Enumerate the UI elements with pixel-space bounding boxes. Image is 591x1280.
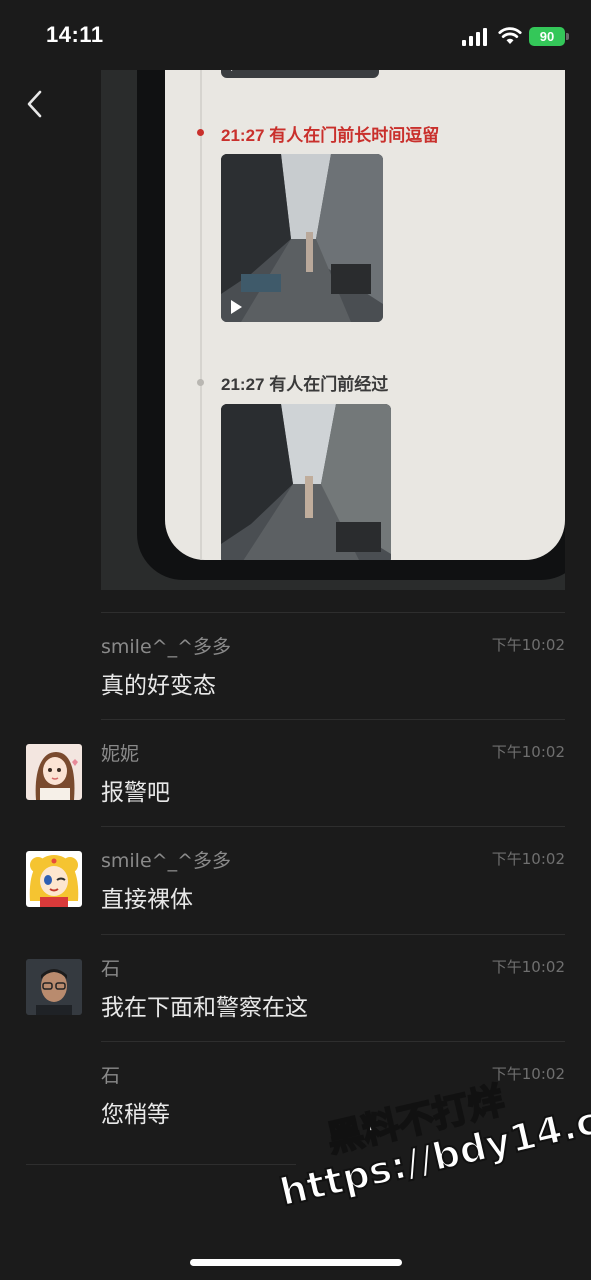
comment-item: smile^_^多多 下午10:02 真的好变态 [0,612,591,719]
battery-nub [566,33,569,40]
comment-author[interactable]: 石 [101,1061,120,1088]
event-label: 21:27 有人在门前经过 [221,375,389,394]
chevron-left-icon [27,90,42,118]
comment-text: 报警吧 [101,780,170,806]
cellular-signal-icon [462,28,487,46]
divider [101,934,565,935]
comment-time: 下午10:02 [491,636,565,654]
illustrated-girl-avatar[interactable] [26,744,82,800]
comment-author[interactable]: 妮妮 [101,739,139,766]
timeline-line [200,70,202,560]
comment-time: 下午10:02 [491,743,565,761]
home-indicator[interactable] [190,1259,402,1266]
divider [101,1041,565,1042]
comment-text: 您稍等 [101,1102,170,1128]
cartoon-sailor-avatar[interactable] [26,851,82,907]
corridor-image [221,404,391,560]
divider [101,719,565,720]
divider [101,826,565,827]
comment-item: 妮妮 下午10:02 报警吧 [0,719,591,826]
comment-text: 直接裸体 [101,887,193,913]
comment-text: 真的好变态 [101,673,216,699]
video-thumbnail [221,154,383,322]
corridor-image [221,154,383,322]
comment-item: smile^_^多多 下午10:02 直接裸体 [0,826,591,933]
wifi-icon [498,27,522,44]
divider [101,612,565,613]
event-dot [197,379,204,386]
status-time: 14:11 [46,22,104,47]
play-icon [231,300,242,314]
play-icon [231,70,242,71]
comment-item: 石 下午10:02 我在下面和警察在这 [0,934,591,1041]
comment-time: 下午10:02 [491,958,565,976]
man-photo-avatar[interactable] [26,959,82,1015]
event-label: 21:27 有人在门前长时间逗留 [221,126,440,145]
video-thumbnail [221,404,391,560]
comment-text: 我在下面和警察在这 [101,995,308,1021]
comment-author[interactable]: smile^_^多多 [101,632,231,659]
video-thumbnail [221,70,379,78]
comment-time: 下午10:02 [491,850,565,868]
attached-photo[interactable]: 21:27 有人在门前长时间逗留 21:27 有人在门前经过 [101,70,565,590]
phone-screen: 21:27 有人在门前长时间逗留 21:27 有人在门前经过 [165,70,565,560]
divider [26,1164,296,1165]
comment-author[interactable]: smile^_^多多 [101,846,231,873]
back-button[interactable] [20,84,54,124]
comment-author[interactable]: 石 [101,954,120,981]
event-dot-alert [197,129,204,136]
battery-icon: 90 [529,27,565,46]
status-bar: 14:11 90 [0,0,591,70]
